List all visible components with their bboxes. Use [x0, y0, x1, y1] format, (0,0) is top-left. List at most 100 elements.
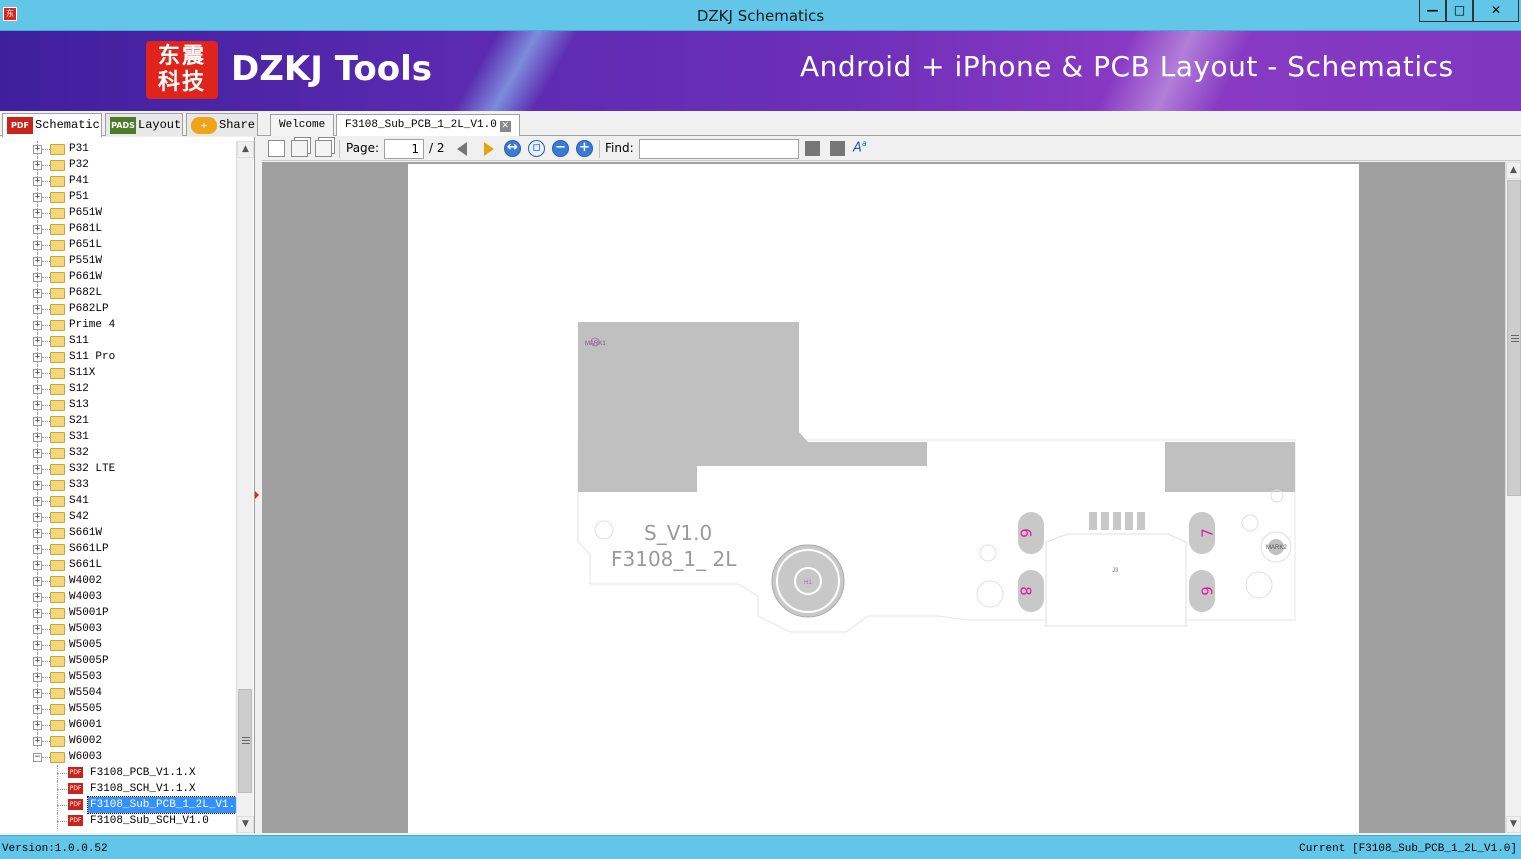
- tree-folder[interactable]: + W5005P: [0, 653, 236, 669]
- tree-folder[interactable]: + S661W: [0, 525, 236, 541]
- tree-folder[interactable]: + P551W: [0, 253, 236, 269]
- expand-icon[interactable]: +: [33, 385, 42, 394]
- copy-icon[interactable]: [291, 140, 308, 157]
- scroll-thumb[interactable]: [1507, 180, 1521, 496]
- close-tab-icon[interactable]: ✕: [499, 121, 511, 132]
- tree-folder[interactable]: + P651L: [0, 237, 236, 253]
- expand-icon[interactable]: +: [33, 577, 42, 586]
- pages-icon[interactable]: [315, 140, 332, 157]
- expand-icon[interactable]: +: [33, 625, 42, 634]
- tree-folder[interactable]: + P31: [0, 141, 236, 157]
- tree-folder[interactable]: + W5503: [0, 669, 236, 685]
- expand-icon[interactable]: +: [33, 561, 42, 570]
- scroll-down-icon[interactable]: ▼: [1506, 816, 1521, 833]
- match-case-icon[interactable]: Aa: [853, 139, 870, 156]
- tree-file[interactable]: PDF F3108_SCH_V1.1.X: [0, 781, 236, 797]
- expand-icon[interactable]: +: [33, 273, 42, 282]
- tree-file[interactable]: PDF F3108_Sub_SCH_V1.0: [0, 813, 236, 829]
- tree-folder[interactable]: + W5005: [0, 637, 236, 653]
- expand-icon[interactable]: +: [33, 609, 42, 618]
- tab-schematic[interactable]: PDF Schematic: [2, 113, 102, 137]
- tree-folder[interactable]: + P682LP: [0, 301, 236, 317]
- expand-icon[interactable]: +: [33, 593, 42, 602]
- tree-folder[interactable]: + S11: [0, 333, 236, 349]
- tree-folder[interactable]: + S33: [0, 477, 236, 493]
- expand-icon[interactable]: +: [33, 641, 42, 650]
- close-button[interactable]: ✕: [1473, 0, 1519, 22]
- tree-folder[interactable]: + W6002: [0, 733, 236, 749]
- tree-folder[interactable]: + P682L: [0, 285, 236, 301]
- doc-tab-current[interactable]: F3108_Sub_PCB_1_2L_V1.0 ✕: [336, 114, 520, 136]
- expand-icon[interactable]: +: [33, 161, 42, 170]
- fit-page-icon[interactable]: ▫: [528, 140, 545, 157]
- doc-tab-welcome[interactable]: Welcome: [270, 114, 335, 136]
- collapse-icon[interactable]: −: [33, 753, 42, 762]
- tree-folder[interactable]: + W5003: [0, 621, 236, 637]
- tab-share[interactable]: + Share: [186, 113, 258, 136]
- expand-icon[interactable]: +: [33, 481, 42, 490]
- expand-icon[interactable]: +: [33, 465, 42, 474]
- page-number-input[interactable]: 1: [384, 139, 424, 159]
- tree-folder[interactable]: + W5504: [0, 685, 236, 701]
- collapse-arrow-icon[interactable]: [255, 491, 259, 499]
- tree-folder[interactable]: + S11X: [0, 365, 236, 381]
- tree-folder[interactable]: + P681L: [0, 221, 236, 237]
- minimize-button[interactable]: —: [1419, 0, 1446, 22]
- expand-icon[interactable]: +: [33, 321, 42, 330]
- tree-folder[interactable]: + S42: [0, 509, 236, 525]
- tree-folder[interactable]: + S31: [0, 429, 236, 445]
- expand-icon[interactable]: +: [33, 305, 42, 314]
- expand-icon[interactable]: +: [33, 225, 42, 234]
- expand-icon[interactable]: +: [33, 689, 42, 698]
- expand-icon[interactable]: +: [33, 193, 42, 202]
- zoom-in-icon[interactable]: +: [576, 140, 593, 157]
- expand-icon[interactable]: +: [33, 369, 42, 378]
- tree-folder[interactable]: + Prime 4: [0, 317, 236, 333]
- expand-icon[interactable]: +: [33, 177, 42, 186]
- tree-folder[interactable]: + P661W: [0, 269, 236, 285]
- scroll-down-icon[interactable]: ▼: [237, 816, 254, 833]
- viewer-scrollbar[interactable]: ▲ ▼: [1505, 162, 1521, 833]
- expand-icon[interactable]: +: [33, 705, 42, 714]
- tree-folder[interactable]: + P32: [0, 157, 236, 173]
- tree-folder[interactable]: + W6001: [0, 717, 236, 733]
- tree-folder[interactable]: + P41: [0, 173, 236, 189]
- scroll-up-icon[interactable]: ▲: [237, 141, 254, 158]
- tree-folder[interactable]: + S41: [0, 493, 236, 509]
- expand-icon[interactable]: +: [33, 737, 42, 746]
- tree-folder[interactable]: + S11 Pro: [0, 349, 236, 365]
- tree-scrollbar[interactable]: ▲ ▼: [236, 141, 254, 833]
- tree-folder[interactable]: + S12: [0, 381, 236, 397]
- scroll-up-icon[interactable]: ▲: [1506, 162, 1521, 179]
- tree-folder[interactable]: + W4003: [0, 589, 236, 605]
- expand-icon[interactable]: +: [33, 513, 42, 522]
- tree-folder[interactable]: + S32: [0, 445, 236, 461]
- maximize-button[interactable]: □: [1446, 0, 1473, 22]
- fit-width-icon[interactable]: ↔: [504, 140, 521, 157]
- expand-icon[interactable]: +: [33, 545, 42, 554]
- zoom-out-icon[interactable]: −: [552, 140, 569, 157]
- expand-icon[interactable]: +: [33, 209, 42, 218]
- expand-icon[interactable]: +: [33, 145, 42, 154]
- expand-icon[interactable]: +: [33, 353, 42, 362]
- panel-splitter[interactable]: [255, 137, 262, 833]
- tree-folder[interactable]: + S661LP: [0, 541, 236, 557]
- tree-file[interactable]: PDF F3108_Sub_PCB_1_2L_V1.0: [0, 796, 245, 814]
- tree-folder[interactable]: + S32 LTE: [0, 461, 236, 477]
- next-page-icon[interactable]: [484, 142, 494, 156]
- tree-folder[interactable]: + W5001P: [0, 605, 236, 621]
- pdf-page[interactable]: MARK1 S_V1.0 F3108_1_ 2L H1 J3 6 7 8 9 M…: [408, 164, 1359, 833]
- expand-icon[interactable]: +: [33, 241, 42, 250]
- tree-folder[interactable]: + P651W: [0, 205, 236, 221]
- expand-icon[interactable]: +: [33, 657, 42, 666]
- tree-folder[interactable]: + P51: [0, 189, 236, 205]
- find-next-icon[interactable]: [830, 141, 845, 156]
- find-previous-icon[interactable]: [805, 141, 820, 156]
- tree-folder[interactable]: + S13: [0, 397, 236, 413]
- tree-folder-open[interactable]: − W6003: [0, 749, 236, 765]
- expand-icon[interactable]: +: [33, 529, 42, 538]
- expand-icon[interactable]: +: [33, 449, 42, 458]
- find-input[interactable]: [639, 139, 799, 159]
- tab-layout[interactable]: PADS Layout: [105, 113, 183, 136]
- tree-folder[interactable]: + W5505: [0, 701, 236, 717]
